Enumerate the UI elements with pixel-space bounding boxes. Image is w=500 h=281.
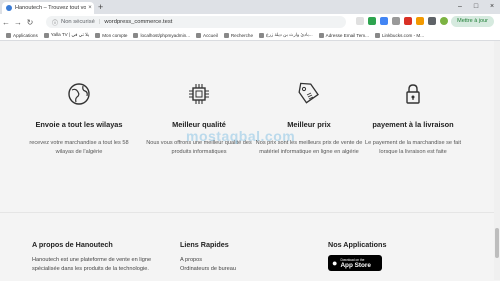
extension-blue-icon[interactable] [380, 17, 388, 25]
watermark-logo: mostaqbal.com [186, 128, 296, 144]
back-arrow-icon[interactable]: ← [0, 18, 12, 27]
footer-about: A propos de Hanoutech Hanoutech est une … [32, 240, 162, 274]
extension-icons [356, 17, 448, 25]
address-bar-row: ← → ↻ ⓘ Non sécurisé | wordpress_commerc… [0, 14, 500, 30]
cpu-chip-icon [189, 84, 209, 104]
address-separator: | [98, 19, 101, 25]
bookmark-item[interactable]: Adresse Email Tem... [318, 32, 369, 38]
price-tag-icon [298, 82, 319, 104]
app-store-text: Download on the App Store [340, 258, 371, 269]
site-footer: A propos de Hanoutech Hanoutech est une … [0, 212, 500, 281]
footer-heading: Liens Rapides [180, 240, 229, 249]
tab-close-icon[interactable]: × [86, 5, 94, 11]
bookmark-label: Accueil [203, 32, 218, 38]
bookmark-favicon-icon [43, 32, 49, 38]
app-store-badge[interactable]: ● Download on the App Store [328, 255, 382, 271]
browser-tab-bar: Hanoutech – Trouvez tout vos c... × + – … [0, 0, 500, 14]
bookmarks-bar: Applications Yalla TV | يلا تي في Mon co… [0, 30, 500, 41]
feature-price: Meilleur prix Nos prix sont les meilleur… [254, 81, 364, 156]
features-section: Envoie a tout les wilayas recevez votre … [0, 41, 500, 211]
apple-logo-icon: ● [332, 258, 338, 268]
globe-icon [68, 83, 90, 105]
footer-link-list: A propos Ordinateurs de bureau [180, 256, 290, 274]
update-button[interactable]: Mettre à jour [451, 16, 494, 27]
tab-title: Hanoutech – Trouvez tout vos c... [15, 5, 86, 11]
bookmark-label: Adresse Email Tem... [325, 32, 369, 38]
bookmark-label: Recherche [230, 32, 254, 38]
footer-about-text: Hanoutech est une plateforme de vente en… [32, 257, 152, 272]
bookmark-label: Applications [13, 32, 38, 38]
bookmark-item[interactable]: Mon compte [95, 32, 128, 38]
close-window-icon[interactable]: × [484, 0, 500, 14]
minimize-icon[interactable]: – [452, 0, 468, 14]
app-store-big-text: App Store [340, 262, 371, 269]
feature-quality: Meilleur qualité Nous vous offrons une m… [144, 81, 254, 156]
bookmark-label: Linkbucks.com - M... [381, 32, 425, 38]
bookmark-label: Yalla TV | يلا تي في [50, 32, 90, 37]
url-text[interactable]: wordpress_commerce.test [104, 19, 172, 25]
bookmark-item[interactable]: Yalla TV | يلا تي في [43, 32, 90, 38]
bookmark-item[interactable]: Accueil [196, 32, 218, 38]
feature-shipping: Envoie a tout les wilayas recevez votre … [24, 81, 134, 156]
bookmark-item[interactable]: Applications [6, 32, 38, 38]
footer-heading: Nos Applications [328, 240, 387, 249]
forward-arrow-icon[interactable]: → [12, 18, 24, 27]
footer-links: Liens Rapides A propos Ordinateurs de bu… [180, 240, 290, 274]
feature-payment: payement à la livraison Le payement de l… [358, 81, 468, 156]
feature-text: recevez votre marchandise a tout les 58 … [29, 140, 129, 155]
scrollbar-thumb[interactable] [495, 228, 499, 258]
footer-apps: Nos Applications ● Download on the App S… [328, 240, 448, 271]
extension-orange-icon[interactable] [416, 17, 424, 25]
star-icon[interactable] [356, 17, 364, 25]
bookmark-favicon-icon [374, 32, 380, 38]
apps-grid-icon [6, 32, 11, 38]
reload-icon[interactable]: ↻ [24, 18, 36, 27]
bookmark-label: Mon compte [102, 32, 128, 38]
avatar[interactable] [440, 17, 448, 25]
bookmark-favicon-icon [133, 32, 139, 38]
bookmark-item[interactable]: Linkbucks.com - M... [374, 32, 425, 38]
maximize-icon[interactable]: □ [468, 0, 484, 14]
extension-red-icon[interactable] [404, 17, 412, 25]
bookmark-favicon-icon [259, 32, 265, 38]
new-tab-button[interactable]: + [98, 2, 103, 12]
bookmark-label: بادئ وارث بن ديلة زرع... [266, 32, 313, 37]
bookmark-item[interactable]: Recherche [223, 32, 254, 38]
bookmark-item[interactable]: بادئ وارث بن ديلة زرع... [259, 32, 313, 38]
feature-title: Envoie a tout les wilayas [35, 120, 123, 129]
wordpress-favicon-icon [6, 5, 12, 11]
footer-link[interactable]: Ordinateurs de bureau [180, 265, 290, 274]
browser-tab[interactable]: Hanoutech – Trouvez tout vos c... × [2, 2, 94, 14]
omnibox[interactable]: ⓘ Non sécurisé | wordpress_commerce.test [46, 16, 346, 28]
feature-title: payement à la livraison [372, 120, 454, 129]
warning-icon[interactable]: ⓘ [52, 18, 58, 27]
extension-gray-icon[interactable] [392, 17, 400, 25]
extension-puzzle-icon[interactable] [428, 17, 436, 25]
bookmark-favicon-icon [95, 32, 101, 38]
padlock-icon [406, 84, 420, 104]
bookmark-label: localhost/phpmyadmin... [140, 32, 191, 38]
extension-green-icon[interactable] [368, 17, 376, 25]
footer-link[interactable]: A propos [180, 256, 290, 265]
bookmark-favicon-icon [223, 32, 229, 38]
security-label: Non sécurisé [61, 19, 95, 25]
bookmark-favicon-icon [196, 32, 202, 38]
feature-text: Le payement de la marchandise se fait lo… [364, 140, 462, 155]
window-controls: – □ × [452, 0, 500, 14]
bookmark-item[interactable]: localhost/phpmyadmin... [133, 32, 191, 38]
bookmark-favicon-icon [318, 32, 324, 38]
footer-heading: A propos de Hanoutech [32, 240, 113, 249]
